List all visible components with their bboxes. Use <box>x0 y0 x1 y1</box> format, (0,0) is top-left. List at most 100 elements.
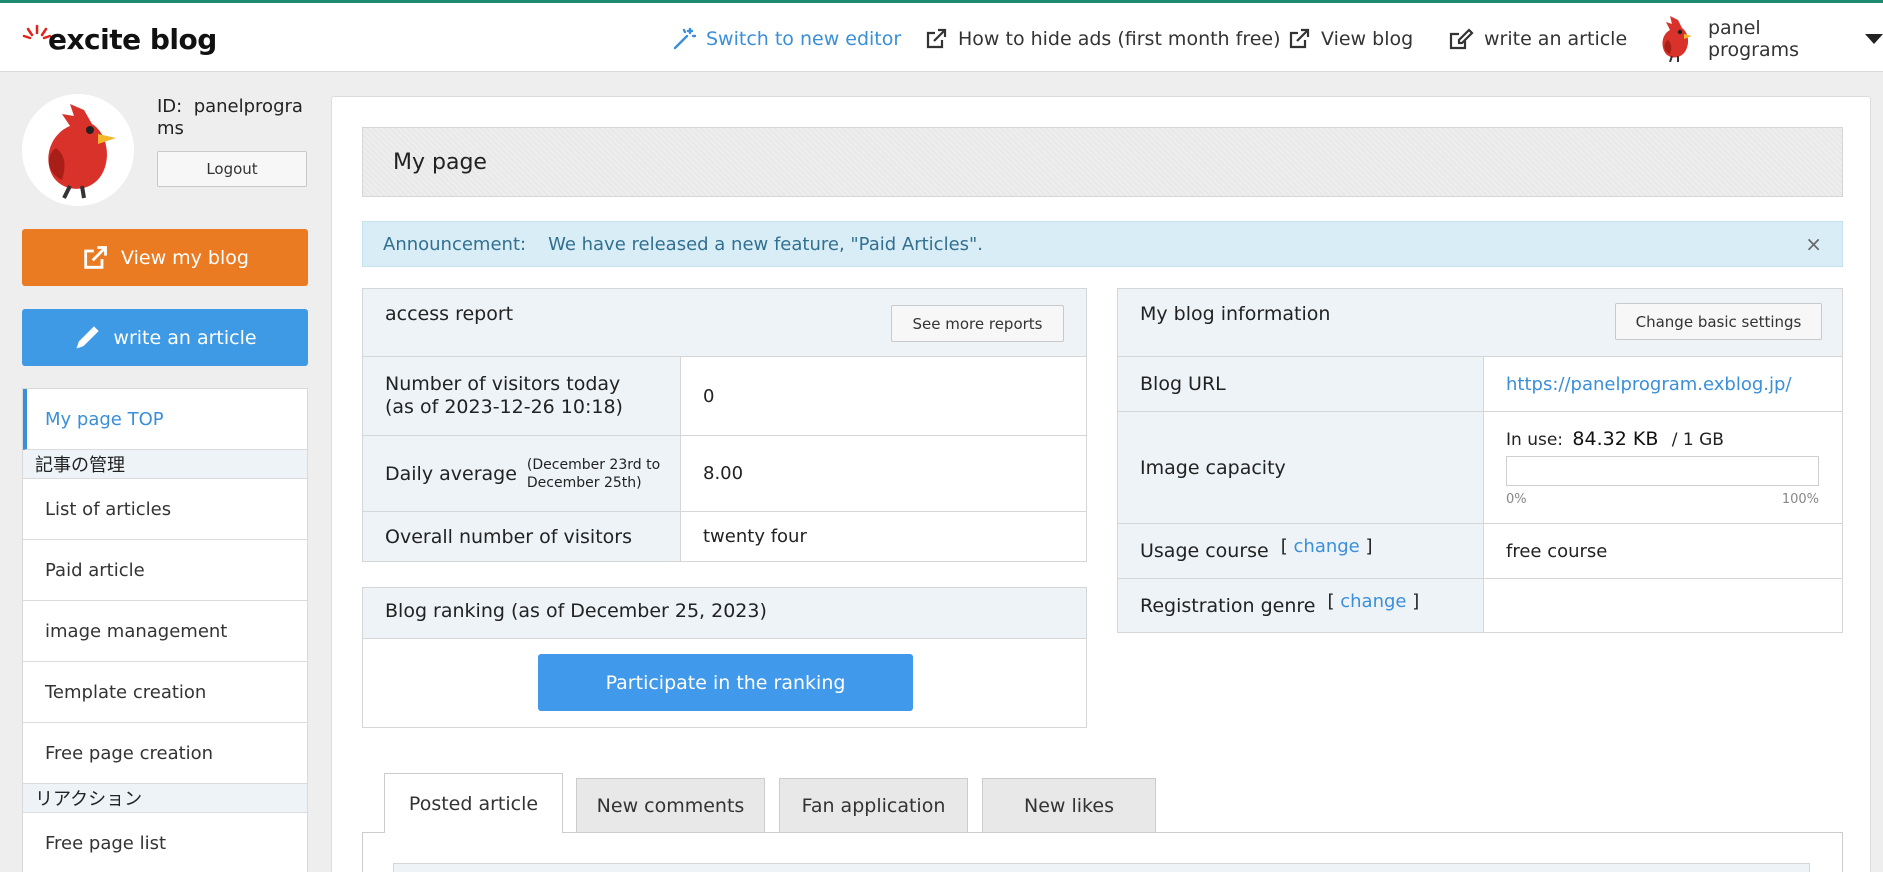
external-link-icon <box>924 27 948 51</box>
tab-new-comments[interactable]: New comments <box>576 778 765 832</box>
sidebar-item-paid-article[interactable]: Paid article <box>23 540 307 601</box>
sidebar-menu: My page TOP 記事の管理 List of articles Paid … <box>22 388 308 872</box>
switch-editor-label: Switch to new editor <box>706 28 902 50</box>
usage-course-label-cell: Usage course [ change ] <box>1118 524 1484 578</box>
logo-text: excite blog <box>48 22 217 56</box>
capacity-scale: 0% 100% <box>1506 492 1819 507</box>
visitors-today-sublabel: (as of 2023-12-26 10:18) <box>385 396 623 418</box>
participate-ranking-button[interactable]: Participate in the ranking <box>538 654 913 711</box>
table-row: Registration genre [ change ] <box>1118 579 1842 632</box>
sidebar-item-free-page-list[interactable]: Free page list <box>23 813 307 872</box>
view-blog-label: View blog <box>1321 28 1414 50</box>
access-report-title: access report <box>385 303 514 325</box>
tab-posted-article[interactable]: Posted article <box>384 773 563 833</box>
close-icon[interactable]: × <box>1805 232 1822 256</box>
table-row: Number of visitors today (as of 2023-12-… <box>363 357 1086 436</box>
blog-info-title: My blog information <box>1140 303 1331 325</box>
sidebar-item-free-page-creation[interactable]: Free page creation <box>23 723 307 784</box>
view-my-blog-label: View my blog <box>121 246 249 269</box>
sidebar-item-template-creation[interactable]: Template creation <box>23 662 307 723</box>
switch-editor-link[interactable]: Switch to new editor <box>672 3 901 75</box>
page-title-bar: My page <box>362 127 1843 197</box>
daily-average-value: 8.00 <box>703 463 744 484</box>
view-my-blog-button[interactable]: View my blog <box>22 229 308 286</box>
pencil-icon <box>73 324 101 352</box>
sidebar: ID: panelprograms Logout View my blog wr… <box>22 94 309 872</box>
blog-url-link[interactable]: https://panelprogram.exblog.jp/ <box>1484 357 1792 411</box>
user-id-label: ID: <box>157 96 183 117</box>
blog-ranking-panel: Blog ranking (as of December 25, 2023) P… <box>362 587 1087 728</box>
top-bar: excite blog Switch to new editor How to … <box>0 0 1883 72</box>
access-report-panel: access report See more reports Number of… <box>362 288 1087 562</box>
page-title: My page <box>393 150 487 175</box>
table-row: Daily average (December 23rd to December… <box>363 436 1086 512</box>
sidebar-section-articles: 記事の管理 <box>23 450 307 479</box>
blog-ranking-header: Blog ranking (as of December 25, 2023) <box>363 588 1086 639</box>
chevron-down-icon <box>1865 34 1883 44</box>
overall-visitors-label: Overall number of visitors <box>363 512 681 561</box>
registration-genre-change: [ change ] <box>1327 591 1420 612</box>
excite-blog-logo[interactable]: excite blog <box>22 19 217 59</box>
announcement-text[interactable]: We have released a new feature, "Paid Ar… <box>548 234 983 255</box>
registration-genre-label-cell: Registration genre [ change ] <box>1118 579 1484 632</box>
table-row: Usage course [ change ] free course <box>1118 524 1842 579</box>
usage-course-label: Usage course <box>1140 540 1269 562</box>
logout-button[interactable]: Logout <box>157 151 307 187</box>
overall-visitors-value: twenty four <box>703 526 807 547</box>
announcement-banner: Announcement: We have released a new fea… <box>362 221 1843 267</box>
pct-max-label: 100% <box>1781 492 1819 507</box>
table-row: Blog URL https://panelprogram.exblog.jp/ <box>1118 357 1842 412</box>
sidebar-section-reaction: リアクション <box>23 784 307 813</box>
tab-new-likes[interactable]: New likes <box>982 778 1156 832</box>
magic-wand-icon <box>672 27 696 51</box>
daily-average-note: (December 23rd to December 25th) <box>526 456 661 491</box>
daily-average-label: Daily average <box>385 462 517 485</box>
image-capacity-label: Image capacity <box>1118 412 1484 523</box>
capacity-text: In use: 84.32 KB / 1 GB <box>1506 428 1724 450</box>
pct-min-label: 0% <box>1506 492 1527 507</box>
usage-course-value: free course <box>1506 540 1608 562</box>
registration-genre-value <box>1484 579 1506 632</box>
visitors-today-value: 0 <box>703 385 715 407</box>
write-article-label: write an article <box>1484 28 1628 50</box>
view-blog-link[interactable]: View blog <box>1287 3 1413 75</box>
change-usage-course-link[interactable]: change <box>1294 536 1360 557</box>
write-article-button[interactable]: write an article <box>22 309 308 366</box>
change-basic-settings-button[interactable]: Change basic settings <box>1615 303 1822 340</box>
blog-info-header: My blog information Change basic setting… <box>1118 289 1842 357</box>
write-article-link[interactable]: write an article <box>1448 3 1627 75</box>
user-id-text: ID: panelprograms <box>157 96 307 140</box>
external-link-icon <box>1287 27 1311 51</box>
profile-block: ID: panelprograms Logout <box>22 94 309 210</box>
edit-icon <box>1448 27 1474 51</box>
sidebar-item-image-management[interactable]: image management <box>23 601 307 662</box>
sidebar-item-list-of-articles[interactable]: List of articles <box>23 479 307 540</box>
registration-genre-label: Registration genre <box>1140 594 1316 617</box>
blog-ranking-title: Blog ranking (as of December 25, 2023) <box>385 600 767 622</box>
main-content: My page Announcement: We have released a… <box>331 96 1871 872</box>
articles-table-header <box>393 863 1810 872</box>
hide-ads-label: How to hide ads (first month free) <box>958 28 1281 50</box>
hide-ads-link[interactable]: How to hide ads (first month free) <box>924 3 1281 75</box>
blog-info-panel: My blog information Change basic setting… <box>1117 288 1843 633</box>
write-article-label: write an article <box>113 326 257 349</box>
change-registration-genre-link[interactable]: change <box>1340 591 1406 612</box>
image-capacity-cell: In use: 84.32 KB / 1 GB 0% 100% <box>1484 412 1819 523</box>
see-more-reports-button[interactable]: See more reports <box>891 305 1064 342</box>
tab-fan-application[interactable]: Fan application <box>779 778 968 832</box>
avatar <box>22 94 134 206</box>
announcement-label: Announcement: <box>383 233 527 255</box>
table-row: Image capacity In use: 84.32 KB / 1 GB 0… <box>1118 412 1842 524</box>
capacity-progress-bar <box>1506 456 1819 486</box>
sidebar-item-my-page-top[interactable]: My page TOP <box>23 389 307 450</box>
external-link-icon <box>81 244 109 272</box>
usage-course-change: [ change ] <box>1280 535 1373 557</box>
access-report-header: access report See more reports <box>363 289 1086 357</box>
tab-content-panel <box>362 832 1843 872</box>
visitors-today-label: Number of visitors today <box>385 373 621 395</box>
in-use-value: 84.32 KB <box>1572 428 1659 450</box>
user-avatar <box>1656 16 1696 63</box>
blog-url-label: Blog URL <box>1118 357 1484 411</box>
table-row: Overall number of visitors twenty four <box>363 512 1086 561</box>
user-menu[interactable]: panel programs <box>1656 3 1883 75</box>
